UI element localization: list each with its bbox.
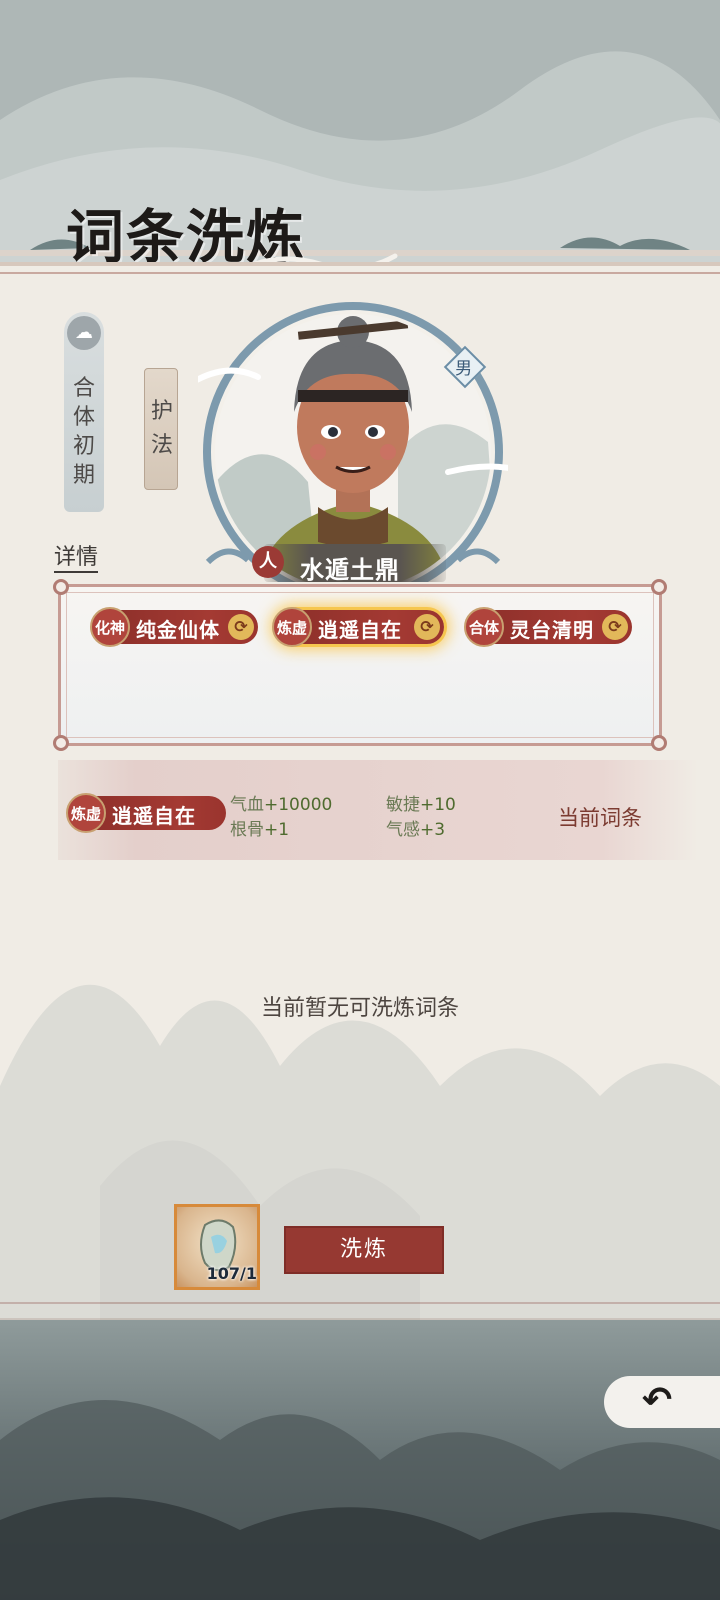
- swap-icon[interactable]: ⟳: [414, 614, 440, 640]
- affix-selection-panel: [53, 579, 667, 751]
- guard-tag: 护法: [144, 368, 178, 490]
- affix-chip-1[interactable]: 化神 纯金仙体 ⟳: [90, 607, 258, 647]
- frame-corner: [651, 735, 667, 751]
- frame-corner: [53, 735, 69, 751]
- frame-corner: [53, 579, 69, 595]
- item-count: 107/1: [206, 1264, 257, 1283]
- frame-corner: [651, 579, 667, 595]
- affix-realm-badge: 化神: [90, 607, 130, 647]
- affix-label: 逍遥自在: [112, 804, 196, 828]
- current-affix-status: 当前词条: [558, 806, 642, 830]
- affix-label: 纯金仙体: [136, 618, 220, 642]
- panel-top-line: [0, 272, 720, 274]
- stat-line: 敏捷+10: [386, 795, 456, 815]
- stat-line: 根骨+1: [230, 820, 290, 840]
- cloud-icon: ☁: [67, 316, 101, 350]
- swap-icon[interactable]: ⟳: [228, 614, 254, 640]
- refine-stone-slot[interactable]: 107/1: [174, 1204, 260, 1290]
- realm-banner: ☁ 合体初期: [64, 312, 104, 512]
- race-badge: 人: [252, 546, 284, 578]
- empty-message: 当前暂无可洗炼词条: [260, 996, 459, 1021]
- bottom-backdrop: [0, 1320, 720, 1600]
- stat-line: 气感+3: [386, 820, 446, 840]
- affix-realm-badge: 合体: [464, 607, 504, 647]
- detail-link[interactable]: 详情: [54, 545, 99, 573]
- affix-realm-badge: 炼虚: [66, 793, 106, 833]
- guard-tag-label: 护法: [150, 399, 173, 458]
- refine-button[interactable]: 洗炼: [284, 1226, 444, 1274]
- affix-chip-2[interactable]: 炼虚 逍遥自在 ⟳: [272, 607, 444, 647]
- character-portrait[interactable]: [198, 302, 508, 582]
- gender-label: 男: [455, 358, 473, 379]
- stat-line: 气血+10000: [230, 795, 333, 815]
- affix-label: 逍遥自在: [318, 618, 402, 642]
- swap-icon[interactable]: ⟳: [602, 614, 628, 640]
- back-button[interactable]: ↶: [604, 1376, 720, 1428]
- character-name: 水遁土鼎: [300, 556, 400, 584]
- current-affix-chip: 炼虚 逍遥自在: [66, 793, 226, 833]
- affix-realm-badge: 炼虚: [272, 607, 312, 647]
- back-arrow-icon: ↶: [642, 1380, 673, 1421]
- realm-label: 合体初期: [72, 376, 95, 488]
- affix-label: 灵台清明: [510, 618, 594, 642]
- affix-chip-3[interactable]: 合体 灵台清明 ⟳: [464, 607, 632, 647]
